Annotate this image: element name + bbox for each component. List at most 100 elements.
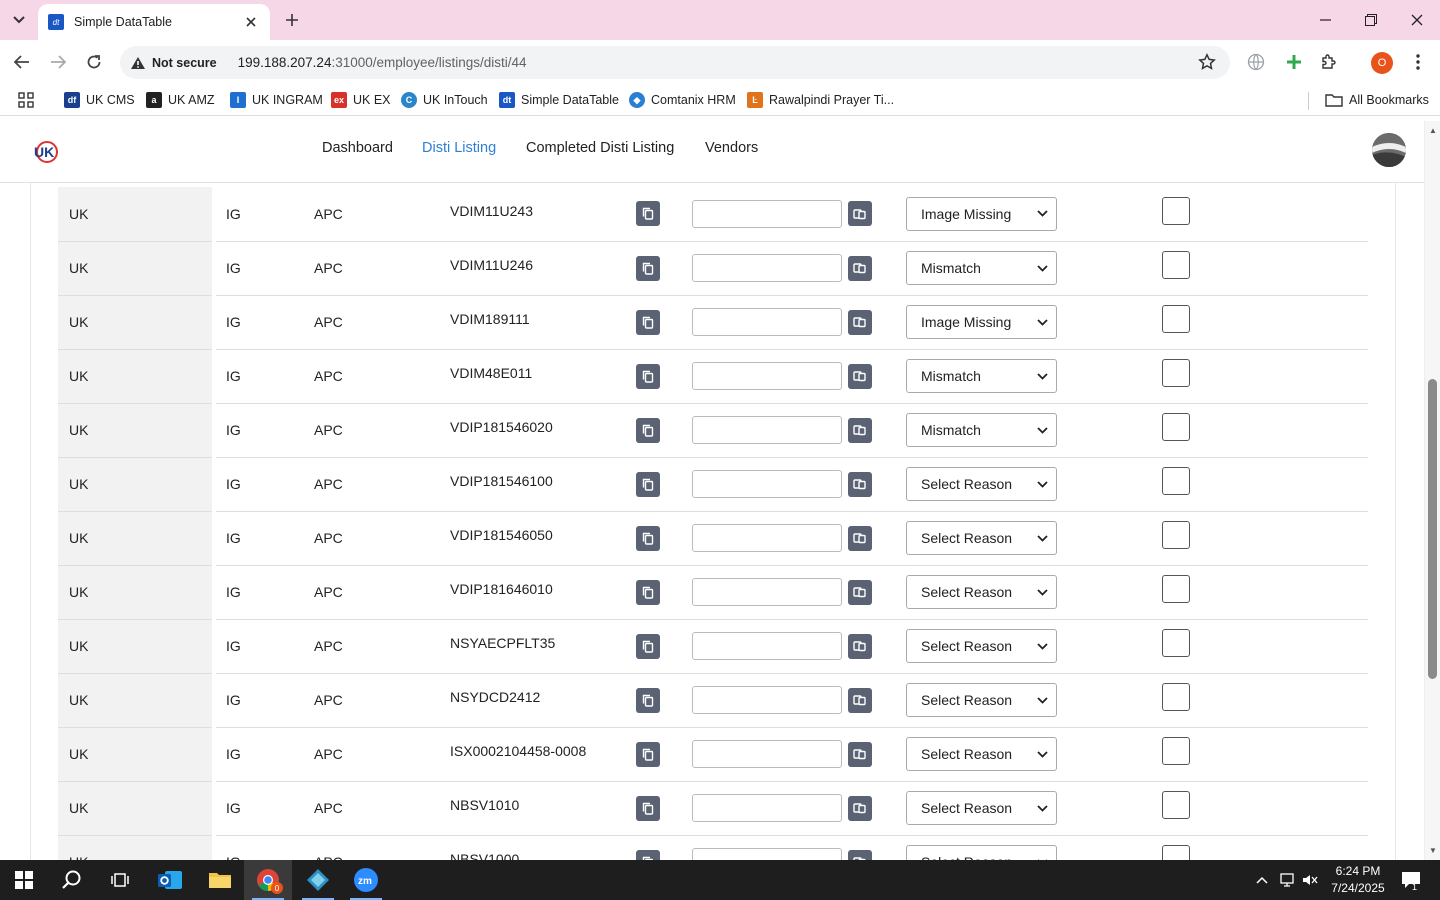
notifications-button[interactable]: 1 bbox=[1396, 860, 1426, 900]
app-diamond-button[interactable] bbox=[294, 860, 342, 900]
row-checkbox[interactable] bbox=[1162, 521, 1190, 549]
new-sku-input[interactable] bbox=[692, 199, 842, 228]
user-avatar[interactable] bbox=[1372, 133, 1406, 167]
outlook-button[interactable] bbox=[146, 860, 194, 900]
row-checkbox[interactable] bbox=[1162, 251, 1190, 279]
file-explorer-button[interactable] bbox=[196, 860, 244, 900]
bookmark-uk-intouch[interactable]: C UK InTouch bbox=[401, 90, 488, 110]
task-view-button[interactable] bbox=[96, 860, 144, 900]
tab-close-icon[interactable] bbox=[242, 13, 260, 31]
tray-overflow-button[interactable] bbox=[1252, 860, 1272, 900]
row-checkbox[interactable] bbox=[1162, 413, 1190, 441]
scroll-down-arrow-icon[interactable]: ▼ bbox=[1425, 843, 1440, 857]
forward-button[interactable] bbox=[44, 48, 72, 76]
new-sku-input[interactable] bbox=[692, 632, 842, 660]
restore-button[interactable] bbox=[1348, 0, 1394, 40]
nav-completed-disti-listing[interactable]: Completed Disti Listing bbox=[526, 140, 674, 156]
reason-select[interactable]: Select Reason bbox=[906, 575, 1057, 609]
row-checkbox[interactable] bbox=[1162, 305, 1190, 333]
copy-sku-button[interactable] bbox=[636, 201, 660, 227]
copy-sku-button[interactable] bbox=[636, 687, 660, 713]
copy-sku-button[interactable] bbox=[636, 795, 660, 821]
chrome-button[interactable]: 0 bbox=[244, 860, 292, 900]
paste-button[interactable] bbox=[848, 309, 872, 335]
new-sku-input[interactable] bbox=[692, 686, 842, 714]
copy-sku-button[interactable] bbox=[636, 363, 660, 389]
paste-button[interactable] bbox=[848, 363, 872, 389]
reason-select[interactable]: Select Reason bbox=[906, 737, 1057, 771]
reason-select[interactable]: Mismatch bbox=[906, 413, 1057, 447]
reason-select[interactable]: Mismatch bbox=[906, 359, 1057, 393]
reason-select[interactable]: Image Missing bbox=[906, 196, 1057, 231]
paste-button[interactable] bbox=[848, 795, 872, 821]
row-checkbox[interactable] bbox=[1162, 575, 1190, 603]
row-checkbox[interactable] bbox=[1162, 737, 1190, 765]
paste-button[interactable] bbox=[848, 741, 872, 767]
row-checkbox[interactable] bbox=[1162, 359, 1190, 387]
row-checkbox[interactable] bbox=[1162, 683, 1190, 711]
browser-tab[interactable]: dt Simple DataTable bbox=[38, 4, 270, 40]
new-sku-input[interactable] bbox=[692, 524, 842, 552]
bookmark-uk-amz[interactable]: a UK AMZ bbox=[146, 90, 215, 110]
new-sku-input[interactable] bbox=[692, 794, 842, 822]
row-checkbox[interactable] bbox=[1162, 845, 1190, 860]
bookmark-rawalpindi-prayer[interactable]: Ŀ Rawalpindi Prayer Ti... bbox=[747, 90, 894, 110]
reason-select[interactable]: Select Reason bbox=[906, 629, 1057, 663]
reason-select[interactable]: Select Reason bbox=[906, 467, 1057, 501]
copy-sku-button[interactable] bbox=[636, 849, 660, 860]
address-bar[interactable]: Not secure 199.188.207.24:31000/employee… bbox=[120, 46, 1230, 79]
new-tab-button[interactable] bbox=[280, 8, 304, 32]
app-logo[interactable]: UK bbox=[32, 139, 60, 165]
tab-search-button[interactable] bbox=[6, 8, 32, 32]
copy-sku-button[interactable] bbox=[636, 417, 660, 443]
reason-select[interactable]: Select Reason bbox=[906, 521, 1057, 555]
paste-button[interactable] bbox=[848, 417, 872, 443]
copy-sku-button[interactable] bbox=[636, 309, 660, 335]
new-sku-input[interactable] bbox=[692, 416, 842, 444]
extension-green-button[interactable] bbox=[1282, 50, 1306, 74]
bookmark-star-button[interactable] bbox=[1198, 53, 1216, 74]
scroll-up-arrow-icon[interactable]: ▲ bbox=[1425, 123, 1440, 137]
new-sku-input[interactable] bbox=[692, 362, 842, 390]
paste-button[interactable] bbox=[848, 201, 872, 227]
search-button[interactable] bbox=[48, 860, 96, 900]
bookmark-comtanix-hrm[interactable]: ◆ Comtanix HRM bbox=[629, 90, 736, 110]
new-sku-input[interactable] bbox=[692, 848, 842, 860]
row-checkbox[interactable] bbox=[1162, 629, 1190, 657]
copy-sku-button[interactable] bbox=[636, 741, 660, 767]
new-sku-input[interactable] bbox=[692, 470, 842, 498]
reason-select[interactable]: Select Reason bbox=[906, 683, 1057, 717]
extensions-button[interactable] bbox=[1317, 50, 1341, 74]
url-text[interactable]: 199.188.207.24:31000/employee/listings/d… bbox=[238, 55, 527, 70]
reason-select[interactable]: Image Missing bbox=[906, 305, 1057, 339]
copy-sku-button[interactable] bbox=[636, 255, 660, 281]
copy-sku-button[interactable] bbox=[636, 633, 660, 659]
paste-button[interactable] bbox=[848, 633, 872, 659]
new-sku-input[interactable] bbox=[692, 578, 842, 606]
nav-dashboard[interactable]: Dashboard bbox=[322, 140, 393, 156]
row-checkbox[interactable] bbox=[1162, 196, 1190, 225]
new-sku-input[interactable] bbox=[692, 308, 842, 336]
apps-button[interactable] bbox=[18, 90, 34, 110]
reason-select[interactable]: Select Reason bbox=[906, 845, 1057, 860]
paste-button[interactable] bbox=[848, 687, 872, 713]
paste-button[interactable] bbox=[848, 849, 872, 860]
row-checkbox[interactable] bbox=[1162, 467, 1190, 495]
close-window-button[interactable] bbox=[1394, 0, 1440, 40]
bookmark-uk-ingram[interactable]: I UK INGRAM bbox=[230, 90, 323, 110]
profile-avatar-button[interactable]: O bbox=[1371, 52, 1393, 74]
new-sku-input[interactable] bbox=[692, 740, 842, 768]
paste-button[interactable] bbox=[848, 255, 872, 281]
site-info-button[interactable]: Not secure bbox=[130, 56, 228, 70]
minimize-button[interactable] bbox=[1302, 0, 1348, 40]
back-button[interactable] bbox=[8, 48, 36, 76]
extension-globe-button[interactable] bbox=[1244, 50, 1268, 74]
paste-button[interactable] bbox=[848, 525, 872, 551]
copy-sku-button[interactable] bbox=[636, 579, 660, 605]
reload-button[interactable] bbox=[80, 48, 108, 76]
system-clock[interactable]: 6:24 PM 7/24/2025 bbox=[1326, 863, 1390, 897]
bookmark-uk-ex[interactable]: ex UK EX bbox=[331, 90, 391, 110]
nav-vendors[interactable]: Vendors bbox=[705, 140, 758, 156]
volume-button[interactable] bbox=[1300, 860, 1320, 900]
copy-sku-button[interactable] bbox=[636, 471, 660, 497]
